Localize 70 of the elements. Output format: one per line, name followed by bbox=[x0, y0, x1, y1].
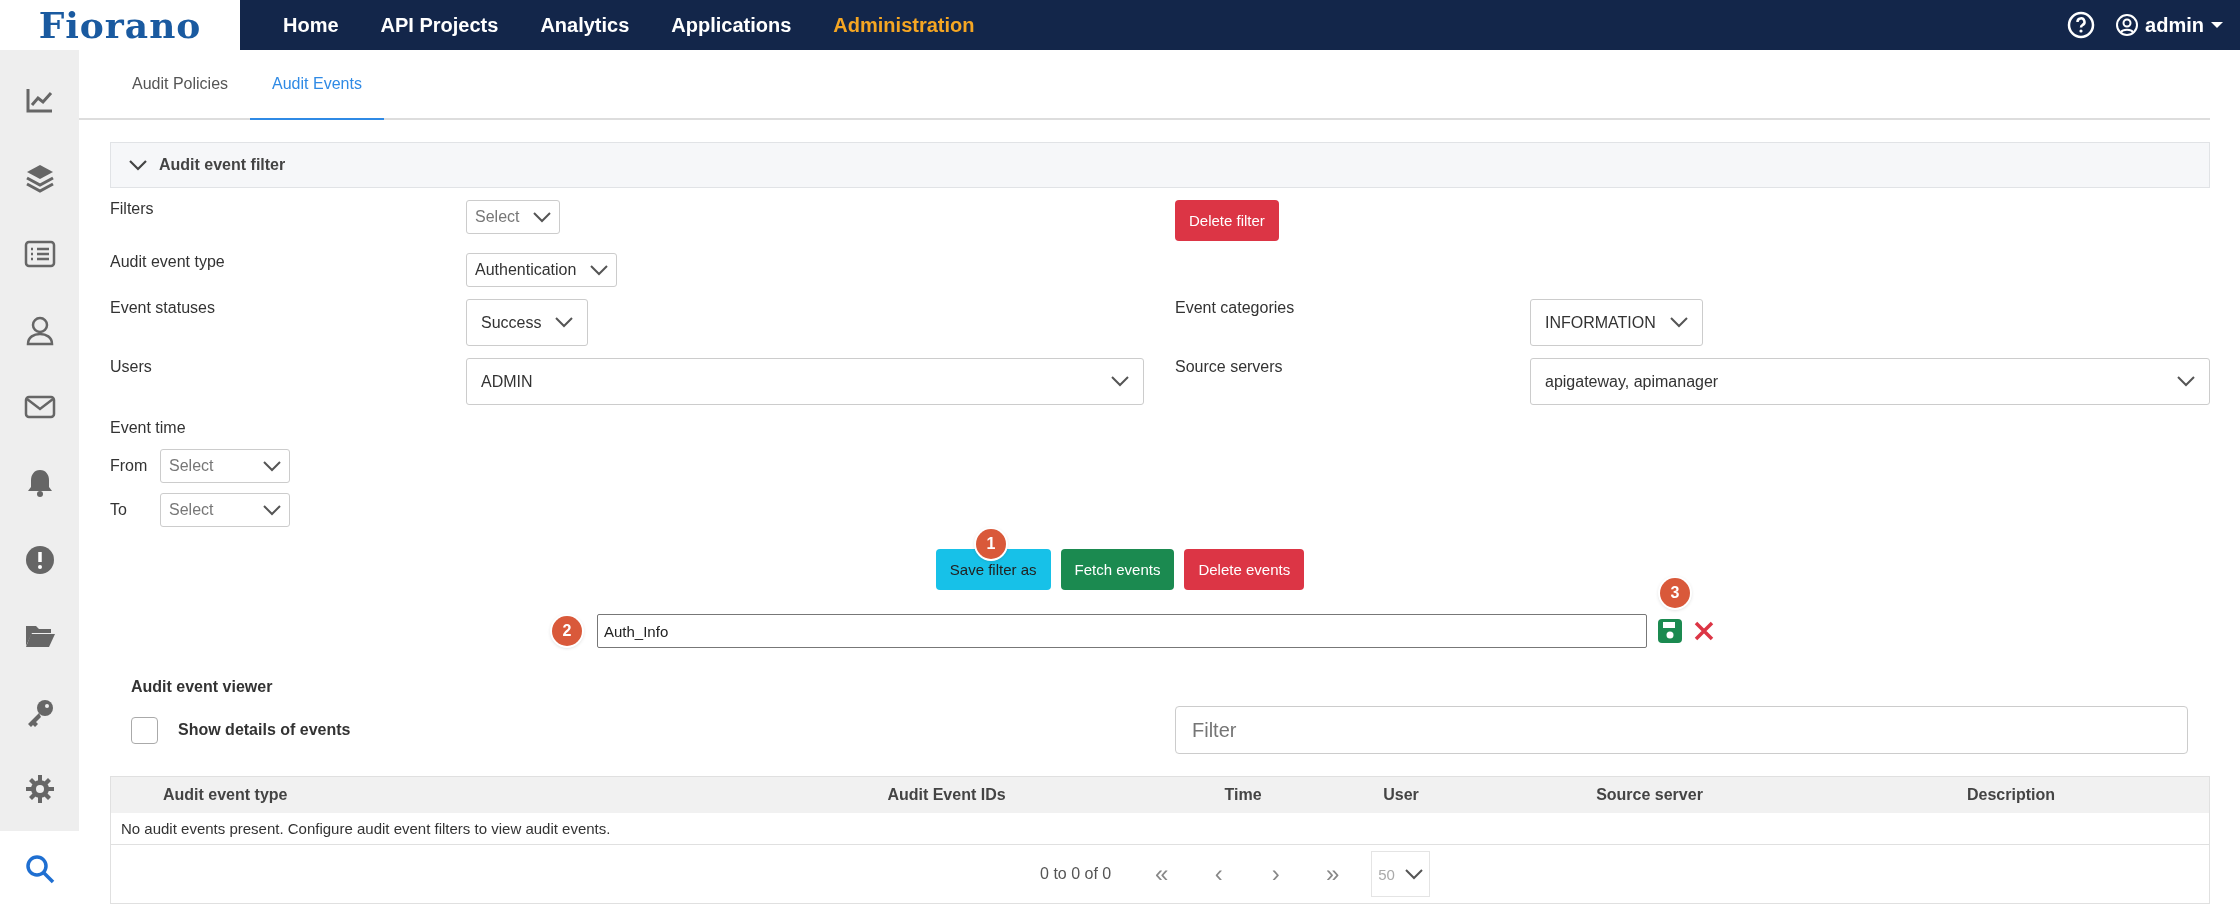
nav-link[interactable]: API Projects bbox=[380, 13, 499, 37]
column-header: Source server bbox=[1595, 786, 1704, 804]
tab[interactable]: Audit Policies bbox=[110, 50, 251, 120]
field-label: From bbox=[110, 457, 149, 475]
chevron-down-icon bbox=[263, 504, 281, 516]
chevron-down-icon bbox=[263, 460, 281, 472]
tab[interactable]: Audit Events bbox=[250, 50, 384, 120]
sidebar-item[interactable] bbox=[0, 830, 79, 907]
column-header: Audit Event IDs bbox=[886, 786, 1007, 804]
column-header: Audit event type bbox=[162, 786, 289, 804]
previous-page-button[interactable]: ‹ bbox=[1190, 860, 1248, 888]
exclamation-icon bbox=[23, 543, 56, 576]
last-page-button[interactable]: » bbox=[1304, 860, 1362, 888]
page-range: 0 to 0 of 0 bbox=[1040, 865, 1112, 883]
field-label: Source servers bbox=[1175, 358, 1284, 377]
dropdown[interactable]: Authentication bbox=[466, 253, 618, 287]
column-header: User bbox=[1382, 786, 1420, 804]
step-badge: 1 bbox=[975, 529, 1006, 559]
step-badge: 3 bbox=[1660, 578, 1690, 608]
chevron-down-icon bbox=[555, 317, 574, 328]
field-label: Audit event type bbox=[110, 253, 226, 272]
close-icon[interactable] bbox=[1693, 620, 1715, 642]
chevron-down-icon bbox=[1669, 317, 1688, 328]
filter-name-field[interactable]: Auth_Info bbox=[597, 614, 1647, 648]
chevron-down-icon bbox=[533, 211, 552, 223]
step-badge: 2 bbox=[552, 616, 582, 646]
search-icon bbox=[23, 852, 56, 885]
dropdown[interactable]: Select bbox=[160, 493, 290, 527]
field-label: Event time bbox=[110, 419, 187, 437]
field-label: Filters bbox=[110, 200, 155, 219]
column-header: Time bbox=[1223, 786, 1263, 804]
dropdown[interactable]: INFORMATION bbox=[1530, 299, 1703, 346]
caret-icon bbox=[2210, 21, 2224, 29]
chevron-down-icon bbox=[590, 264, 609, 276]
chevron-down-icon bbox=[1111, 376, 1129, 387]
filter-field[interactable]: Filter bbox=[1175, 706, 2188, 754]
chevron-down-icon bbox=[1404, 868, 1423, 880]
empty-message: No audit events present. Configure audit event filters to view audit events. bbox=[111, 813, 2209, 845]
dropdown[interactable]: Success bbox=[466, 299, 589, 346]
chevron-down-icon bbox=[129, 159, 147, 171]
delete-filter-button[interactable]: Delete filter bbox=[1175, 200, 1279, 241]
nav-link[interactable]: Applications bbox=[671, 13, 792, 37]
nav-link[interactable]: Analytics bbox=[540, 13, 630, 37]
column-header: Description bbox=[1966, 786, 2056, 804]
nav-link[interactable]: Administration bbox=[833, 13, 975, 37]
first-page-button[interactable]: « bbox=[1133, 860, 1191, 888]
field-label: Event categories bbox=[1175, 299, 1296, 318]
fetch-events-button[interactable]: Fetch events bbox=[1060, 549, 1175, 590]
delete-events-button[interactable]: Delete events bbox=[1184, 549, 1305, 590]
section-title: Audit event viewer bbox=[130, 678, 274, 696]
help-icon[interactable] bbox=[2067, 11, 2096, 39]
field-label: To bbox=[110, 501, 128, 519]
chevron-down-icon bbox=[2177, 376, 2195, 387]
user-circle-icon bbox=[2115, 13, 2140, 37]
dropdown[interactable]: ADMIN bbox=[466, 358, 1144, 405]
user-menu[interactable]: admin bbox=[2115, 13, 2224, 37]
brand-logo: Fiorano bbox=[0, 0, 240, 50]
settings-icon bbox=[23, 773, 56, 806]
field-label: Event statuses bbox=[110, 299, 216, 318]
next-page-button[interactable]: › bbox=[1247, 860, 1305, 888]
save-filter-button[interactable]: Save filter as bbox=[935, 549, 1051, 590]
dropdown[interactable]: Select bbox=[160, 449, 290, 483]
save-icon[interactable] bbox=[1657, 618, 1683, 644]
checkbox-label: Show details of events bbox=[178, 721, 351, 739]
filter-panel-header[interactable]: Audit event filter bbox=[110, 142, 2210, 188]
field-label: Users bbox=[110, 358, 153, 377]
dropdown[interactable]: apigateway, apimanager bbox=[1530, 358, 2210, 405]
dropdown[interactable]: Select bbox=[466, 200, 561, 234]
nav-link[interactable]: Home bbox=[283, 13, 339, 37]
checkbox[interactable] bbox=[131, 716, 158, 744]
